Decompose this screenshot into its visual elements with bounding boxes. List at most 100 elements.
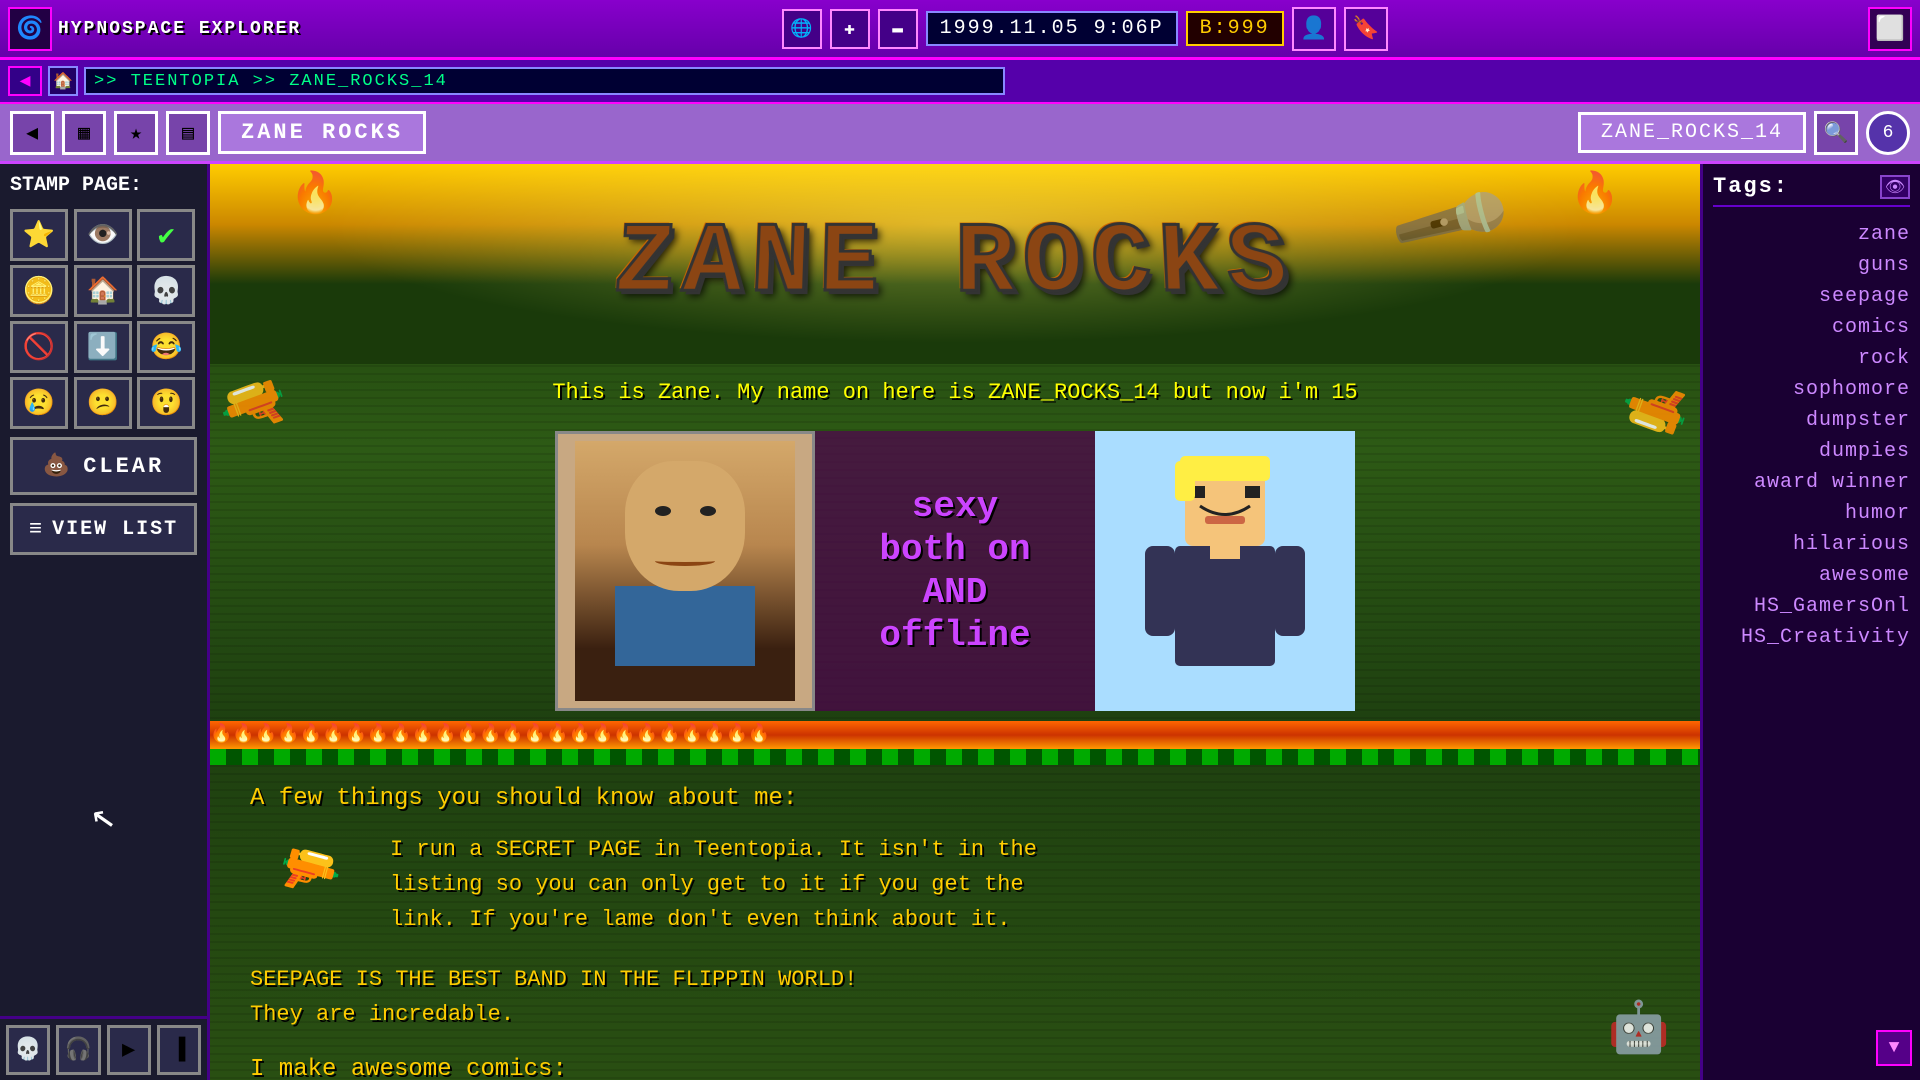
tag-item[interactable]: hilarious: [1713, 529, 1910, 560]
pixel-border: [210, 749, 1700, 765]
tag-item[interactable]: HS_Creativity: [1713, 622, 1910, 653]
tag-item[interactable]: rock: [1713, 343, 1910, 374]
toolbar-back-btn[interactable]: ◀: [10, 111, 54, 155]
play-btn[interactable]: ▶: [107, 1025, 151, 1075]
seepage-text: SEEPAGE IS THE BEST BAND IN THE FLIPPIN …: [250, 962, 1660, 1032]
face-shirt: [615, 586, 755, 666]
tag-item[interactable]: dumpies: [1713, 436, 1910, 467]
sexy-text: sexyboth onANDoffline: [879, 485, 1030, 658]
stamp-coin[interactable]: 🪙: [10, 265, 68, 317]
scroll-down-btn[interactable]: ▼: [1876, 1030, 1912, 1066]
gun-sprite: 🔫: [250, 832, 370, 912]
toolbar-search-btn[interactable]: 🔍: [1814, 111, 1858, 155]
bookmark-btn[interactable]: 🔖: [1344, 7, 1388, 51]
view-list-label: VIEW LIST: [52, 518, 178, 541]
tags-panel: Tags: 👁 zanegunsseepagecomicsrocksophomo…: [1700, 164, 1920, 1080]
bottom-controls: 💀 🎧 ▶ ▐: [0, 1016, 210, 1080]
tag-item[interactable]: sophomore: [1713, 374, 1910, 405]
gun-emoji: 🔫: [272, 834, 348, 909]
tag-item[interactable]: comics: [1713, 312, 1910, 343]
stamp-sad[interactable]: 😢: [10, 377, 68, 429]
flame-right: 🔥: [1570, 169, 1620, 219]
stamp-shock[interactable]: 😲: [137, 377, 195, 429]
stamp-skull[interactable]: 💀: [137, 265, 195, 317]
app-icon: 🌀: [8, 7, 52, 51]
cursor-area: ↖: [10, 563, 197, 1070]
left-panel: STAMP PAGE: ⭐ 👁️ ✔ 🪙 🏠 💀 🚫 ⬇️ 😂 😢 😕 😲 💩 …: [0, 164, 210, 1080]
comics-heading: I make awesome comics:: [250, 1056, 1660, 1080]
top-nav-group: 🌐 ✚ ▬ 1999.11.05 9:06P B:999 👤 🔖: [307, 7, 1862, 51]
toolbar: ◀ ▦ ★ ▤ ZANE ROCKS ZANE_ROCKS_14 🔍 6: [0, 104, 1920, 164]
stamp-confused[interactable]: 😕: [74, 377, 132, 429]
corner-button[interactable]: ⬜: [1868, 7, 1912, 51]
back-button[interactable]: ◀: [8, 66, 42, 96]
toolbar-pattern-btn[interactable]: ▦: [62, 111, 106, 155]
tag-item[interactable]: humor: [1713, 498, 1910, 529]
clear-label: CLEAR: [83, 454, 164, 479]
microphone-icon: 🎤: [1382, 164, 1518, 291]
center-content[interactable]: ZANE ROCKS 🎤 🔥 🔥 🔫 🔫 This is Zane. My na…: [210, 164, 1700, 1080]
stamp-label: STAMP PAGE:: [10, 174, 197, 197]
tag-item[interactable]: seepage: [1713, 281, 1910, 312]
plus-btn[interactable]: ✚: [830, 9, 870, 49]
home-button[interactable]: 🏠: [48, 66, 78, 96]
headphones-btn[interactable]: 🎧: [56, 1025, 100, 1075]
robot-mascot: 🤖: [1608, 999, 1670, 1060]
stamp-house[interactable]: 🏠: [74, 265, 132, 317]
tag-item[interactable]: award winner: [1713, 467, 1910, 498]
stamp-laugh[interactable]: 😂: [137, 321, 195, 373]
tag-item[interactable]: awesome: [1713, 560, 1910, 591]
address-input[interactable]: [84, 67, 1005, 95]
photo-section: sexyboth onANDoffline: [210, 421, 1700, 721]
tag-item[interactable]: HS_GamersOnl: [1713, 591, 1910, 622]
secret-section: 🔫 I run a SECRET PAGE in Teentopia. It i…: [250, 832, 1660, 938]
about-heading: A few things you should know about me:: [250, 785, 1660, 812]
eye-left: [655, 506, 671, 516]
toolbar-star-btn[interactable]: ★: [114, 111, 158, 155]
address-bar: ◀ 🏠: [0, 60, 1920, 104]
face-mouth: [655, 556, 715, 566]
view-list-button[interactable]: ≡ VIEW LIST: [10, 503, 197, 555]
fire-border: [210, 721, 1700, 749]
top-bar: 🌀 HYPNOSPACE EXPLORER 🌐 ✚ ▬ 1999.11.05 9…: [0, 0, 1920, 60]
globe-btn[interactable]: 🌐: [782, 9, 822, 49]
clock-display: 1999.11.05 9:06P: [926, 11, 1178, 46]
about-section: A few things you should know about me: 🔫…: [210, 765, 1700, 1080]
page-main-title: ZANE ROCKS: [611, 208, 1300, 321]
cartoon-character-svg: [1125, 451, 1325, 691]
intro-text: This is Zane. My name on here is ZANE_RO…: [210, 364, 1700, 421]
equalizer-btn[interactable]: ▐: [157, 1025, 201, 1075]
stamp-down[interactable]: ⬇️: [74, 321, 132, 373]
tag-item[interactable]: dumpster: [1713, 405, 1910, 436]
face-shape: [625, 461, 745, 591]
real-photo-frame: [555, 431, 815, 711]
toolbar-user-btn[interactable]: 6: [1866, 111, 1910, 155]
tag-item[interactable]: guns: [1713, 250, 1910, 281]
main-layout: STAMP PAGE: ⭐ 👁️ ✔ 🪙 🏠 💀 🚫 ⬇️ 😂 😢 😕 😲 💩 …: [0, 164, 1920, 1080]
stamp-eye[interactable]: 👁️: [74, 209, 132, 261]
stamp-grid: ⭐ 👁️ ✔ 🪙 🏠 💀 🚫 ⬇️ 😂 😢 😕 😲: [10, 209, 197, 429]
clear-button[interactable]: 💩 CLEAR: [10, 437, 197, 495]
profile-btn[interactable]: 👤: [1292, 7, 1336, 51]
secret-text: I run a SECRET PAGE in Teentopia. It isn…: [390, 832, 1037, 938]
app-title: HYPNOSPACE EXPLORER: [58, 19, 301, 39]
list-icon: ≡: [29, 517, 44, 542]
eye-right: [700, 506, 716, 516]
dash-btn[interactable]: ▬: [878, 9, 918, 49]
stamp-no[interactable]: 🚫: [10, 321, 68, 373]
skull-btn[interactable]: 💀: [6, 1025, 50, 1075]
stamp-check[interactable]: ✔: [137, 209, 195, 261]
tags-list: zanegunsseepagecomicsrocksophomoredumpst…: [1713, 219, 1910, 653]
bucks-display: B:999: [1186, 11, 1284, 46]
tags-label: Tags:: [1713, 174, 1789, 199]
page-header: ZANE ROCKS 🎤 🔥 🔥: [210, 164, 1700, 364]
tags-header: Tags: 👁: [1713, 174, 1910, 207]
stamp-star[interactable]: ⭐: [10, 209, 68, 261]
flame-left: 🔥: [290, 169, 340, 219]
page-title: ZANE ROCKS: [218, 111, 426, 154]
tag-item[interactable]: zane: [1713, 219, 1910, 250]
toolbar-list-btn[interactable]: ▤: [166, 111, 210, 155]
tags-eye-btn[interactable]: 👁: [1880, 175, 1910, 199]
cartoon-photo-frame: [1095, 431, 1355, 711]
real-photo: [575, 441, 795, 701]
